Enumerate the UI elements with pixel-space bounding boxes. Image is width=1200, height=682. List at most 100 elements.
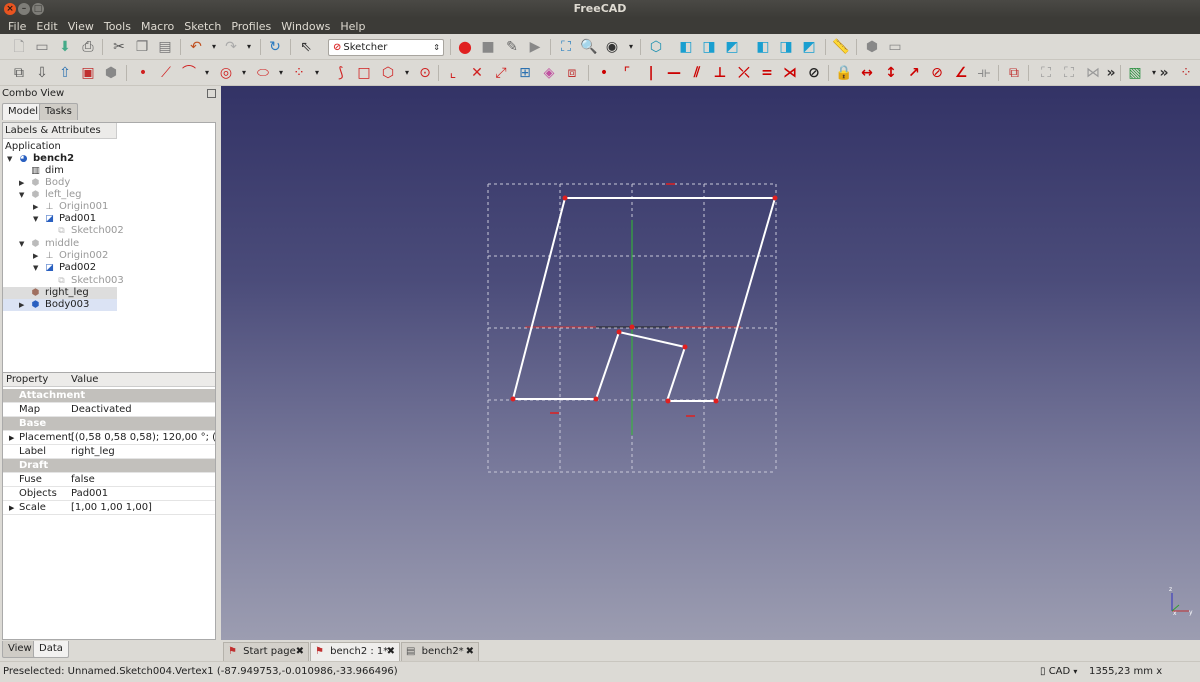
bspline-degree-icon[interactable]: ▧ bbox=[1126, 64, 1144, 82]
property-row-map-mode[interactable]: Map ModeDeactivated bbox=[3, 403, 215, 429]
tab-tasks[interactable]: Tasks bbox=[39, 103, 78, 120]
more-tools-icon[interactable]: » bbox=[1102, 64, 1120, 82]
rear-view-icon[interactable]: ◧ bbox=[754, 38, 772, 56]
minimize-window-icon[interactable]: – bbox=[18, 3, 30, 15]
undo-icon[interactable]: ↶ bbox=[187, 38, 205, 56]
rectangle-icon[interactable]: □ bbox=[355, 64, 373, 82]
expand-arrow-icon[interactable]: ▶ bbox=[9, 501, 14, 515]
conic-dropdown-icon[interactable]: ▾ bbox=[272, 64, 290, 82]
constrain-distance-icon[interactable]: ↗ bbox=[905, 64, 923, 82]
constrain-parallel-icon[interactable]: ⫽ bbox=[688, 64, 706, 82]
property-row-placement[interactable]: ▶Placement[(0,58 0,58 0,58); 120,00 °; (… bbox=[3, 431, 215, 445]
close-tab-icon[interactable]: ✖ bbox=[466, 643, 474, 661]
sketch-copy-icon[interactable]: ⁘ bbox=[1177, 64, 1195, 82]
tree-item-middle[interactable]: ▼ ⬢ middle bbox=[19, 238, 79, 250]
tab-bench2-spreadsheet[interactable]: ▤ bench2* ✖ bbox=[401, 642, 479, 661]
vertex[interactable] bbox=[665, 398, 671, 404]
create-group-icon[interactable]: ▭ bbox=[886, 38, 904, 56]
toggle-driving-icon[interactable]: ⧉ bbox=[1005, 64, 1023, 82]
constrain-vertical-icon[interactable]: | bbox=[642, 64, 660, 82]
create-part-icon[interactable]: ⬢ bbox=[863, 38, 881, 56]
property-row-scale[interactable]: ▶ Scale [1,00 1,00 1,00] bbox=[3, 501, 215, 515]
sketch-vertices[interactable] bbox=[510, 195, 778, 404]
menu-tools[interactable]: Tools bbox=[99, 20, 136, 33]
tree-header[interactable]: Labels & Attributes bbox=[3, 123, 117, 139]
open-file-icon[interactable]: ▭ bbox=[33, 38, 51, 56]
external-geometry-icon[interactable]: ⊞ bbox=[516, 64, 534, 82]
whats-this-icon[interactable]: ⇖ bbox=[297, 38, 315, 56]
collapsed-arrow-icon[interactable]: ▶ bbox=[33, 250, 43, 262]
undock-icon[interactable] bbox=[207, 89, 216, 98]
property-group-base[interactable]: Base bbox=[3, 417, 215, 431]
fillet-icon[interactable]: ⌞ bbox=[444, 64, 462, 82]
maximize-window-icon[interactable]: □ bbox=[32, 3, 44, 15]
close-tab-icon[interactable]: ✖ bbox=[296, 643, 304, 661]
menu-edit[interactable]: Edit bbox=[31, 20, 62, 33]
menu-macro[interactable]: Macro bbox=[136, 20, 179, 33]
sketch-inner-profile[interactable] bbox=[511, 197, 687, 402]
tab-data[interactable]: Data bbox=[33, 641, 69, 658]
redo-icon[interactable]: ↷ bbox=[222, 38, 240, 56]
collapsed-arrow-icon[interactable]: ▶ bbox=[33, 201, 43, 213]
copy-icon[interactable]: ❐ bbox=[133, 38, 151, 56]
macro-run-icon[interactable]: ▶ bbox=[526, 38, 544, 56]
collapsed-arrow-icon[interactable]: ▶ bbox=[19, 299, 29, 311]
property-group-draft[interactable]: Draft bbox=[3, 459, 215, 473]
constrain-block-icon[interactable]: ⊘ bbox=[805, 64, 823, 82]
tree-item-dim[interactable]: ▥ dim bbox=[19, 165, 64, 177]
slot-icon[interactable]: ⊙ bbox=[416, 64, 434, 82]
cut-icon[interactable]: ✂ bbox=[110, 38, 128, 56]
right-view-icon[interactable]: ◩ bbox=[723, 38, 741, 56]
tree-item-application[interactable]: Application bbox=[5, 141, 61, 153]
expanded-arrow-icon[interactable]: ▼ bbox=[7, 153, 17, 165]
map-sketch-icon[interactable]: ▣ bbox=[79, 64, 97, 82]
top-view-icon[interactable]: ◨ bbox=[700, 38, 718, 56]
arc-icon[interactable]: ⌒ bbox=[180, 64, 198, 82]
view-sketch-icon[interactable]: ⇧ bbox=[56, 64, 74, 82]
macro-record-icon[interactable]: ● bbox=[456, 38, 474, 56]
isometric-view-icon[interactable]: ⬡ bbox=[647, 38, 665, 56]
leave-sketch-icon[interactable]: ⇩ bbox=[33, 64, 51, 82]
macro-edit-icon[interactable]: ✎ bbox=[503, 38, 521, 56]
sketch-outer-profile[interactable] bbox=[565, 197, 777, 402]
reorient-sketch-icon[interactable]: ⬢ bbox=[102, 64, 120, 82]
constrain-lock-icon[interactable]: 🔒 bbox=[835, 64, 853, 82]
arc-dropdown-icon[interactable]: ▾ bbox=[198, 64, 216, 82]
conic-icon[interactable]: ⬭ bbox=[254, 64, 272, 82]
property-row-objects[interactable]: Objects Pad001 bbox=[3, 487, 215, 501]
sketch-geometry[interactable] bbox=[511, 197, 777, 402]
tab-bench2-1[interactable]: ⚑ bench2 : 1* ✖ bbox=[310, 642, 400, 661]
menu-file[interactable]: File bbox=[3, 20, 31, 33]
tree-item-pad002[interactable]: ▼ ◪ Pad002 bbox=[33, 262, 96, 274]
constrain-symmetric-icon[interactable]: ⋊ bbox=[781, 64, 799, 82]
left-view-icon[interactable]: ◩ bbox=[800, 38, 818, 56]
close-tab-icon[interactable]: ✖ bbox=[387, 643, 395, 661]
tree-item-sketch002[interactable]: ⧉ Sketch002 bbox=[55, 225, 124, 237]
expanded-arrow-icon[interactable]: ▼ bbox=[33, 213, 43, 225]
constrain-radius-icon[interactable]: ⊘ bbox=[928, 64, 946, 82]
draw-style-icon[interactable]: ◉ bbox=[603, 38, 621, 56]
bottom-view-icon[interactable]: ◨ bbox=[777, 38, 795, 56]
menu-view[interactable]: View bbox=[63, 20, 99, 33]
tree-item-bench2[interactable]: ▼ ◕ bench2 bbox=[7, 153, 74, 165]
tree-item-body[interactable]: ▶ ⬢ Body bbox=[19, 177, 70, 189]
tree-item-origin002[interactable]: ▶ ⊥ Origin002 bbox=[33, 250, 108, 262]
point-icon[interactable]: • bbox=[134, 64, 152, 82]
construction-mode-icon[interactable]: ⧈ bbox=[563, 64, 581, 82]
workbench-selector[interactable]: ⊘ Sketcher ⇕ bbox=[328, 39, 444, 56]
more-bspline-tools-icon[interactable]: » bbox=[1155, 64, 1173, 82]
tree-item-right-leg[interactable]: ⬢ right_leg bbox=[3, 287, 117, 299]
bspline-icon[interactable]: ⁘ bbox=[290, 64, 308, 82]
tree-item-left-leg[interactable]: ▼ ⬢ left_leg bbox=[19, 189, 81, 201]
tab-model[interactable]: Model bbox=[2, 103, 45, 120]
trim-icon[interactable]: ✕ bbox=[468, 64, 486, 82]
constrain-snell-icon[interactable]: ⟛ bbox=[975, 64, 993, 82]
front-view-icon[interactable]: ◧ bbox=[677, 38, 695, 56]
menu-windows[interactable]: Windows bbox=[276, 20, 335, 33]
vertex[interactable] bbox=[772, 195, 778, 201]
select-elements-icon[interactable]: ⋈ bbox=[1084, 64, 1102, 82]
vertex[interactable] bbox=[713, 398, 719, 404]
paste-icon[interactable]: ▤ bbox=[156, 38, 174, 56]
collapsed-arrow-icon[interactable]: ▶ bbox=[19, 177, 29, 189]
3d-viewport[interactable]: z x y bbox=[221, 86, 1200, 640]
